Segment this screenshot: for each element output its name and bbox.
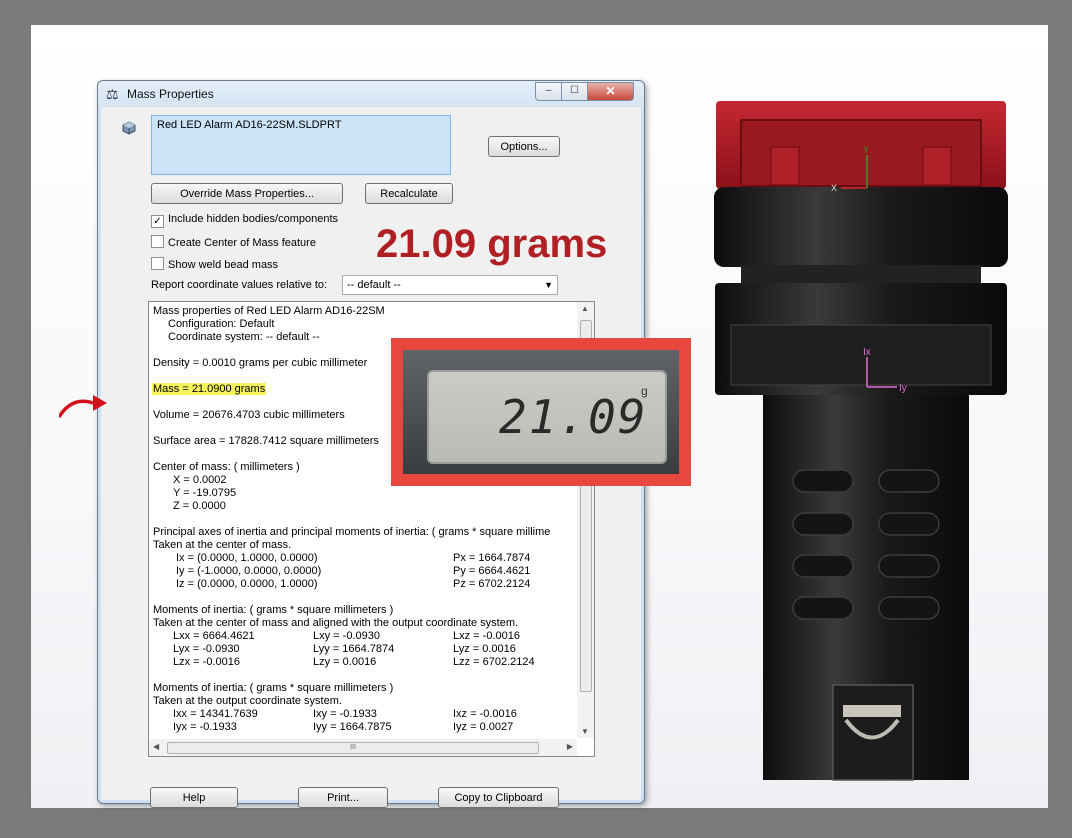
terminal-block <box>832 684 914 781</box>
lyz: Lyz = 0.0016 <box>453 643 516 655</box>
dialog-title: Mass Properties <box>127 87 214 101</box>
led-alarm-model: X Y Ix Iy <box>714 101 1008 781</box>
create-center-of-mass-checkbox[interactable]: Create Center of Mass feature <box>151 235 316 249</box>
results-header: Mass properties of Red LED Alarm AD16-22… <box>153 305 385 317</box>
moi-output-header: Moments of inertia: ( grams * square mil… <box>153 682 394 694</box>
ixx: Ixx = 14341.7639 <box>173 708 258 720</box>
recalculate-button[interactable]: Recalculate <box>365 183 453 204</box>
axis-label-y: Y <box>863 145 869 155</box>
com-z: Z = 0.0000 <box>173 500 226 512</box>
moi-output-taken: Taken at the output coordinate system. <box>153 695 342 707</box>
com-x: X = 0.0002 <box>173 474 227 486</box>
principal-taken: Taken at the center of mass. <box>153 539 292 551</box>
scale-icon: ⚖ <box>106 86 119 102</box>
results-coordinate-system: Coordinate system: -- default -- <box>168 331 320 343</box>
horizontal-scrollbar[interactable]: ◀ III ▶ <box>149 739 577 756</box>
minimize-button[interactable]: – <box>535 82 562 101</box>
results-configuration: Configuration: Default <box>168 318 275 330</box>
axis-label-iy: Iy <box>899 383 907 394</box>
body-slot <box>792 596 854 620</box>
chevron-down-icon: ▼ <box>544 280 553 290</box>
selection-list[interactable]: Red LED Alarm AD16-22SM.SLDPRT <box>151 115 451 175</box>
checkbox-box[interactable] <box>151 235 164 248</box>
surface-area-line: Surface area = 17828.7412 square millime… <box>153 435 379 447</box>
body-slot <box>878 596 940 620</box>
part-icon <box>122 121 136 135</box>
print-button[interactable]: Print... <box>298 787 388 808</box>
px-line: Px = 1664.7874 <box>453 552 531 564</box>
dropdown-value: -- default -- <box>347 279 401 291</box>
moi-center-taken: Taken at the center of mass and aligned … <box>153 617 519 629</box>
maximize-button[interactable]: ☐ <box>561 82 588 101</box>
options-button[interactable]: Options... <box>488 136 560 157</box>
scale-unit: g <box>641 384 648 398</box>
axis-label-x: X <box>831 183 837 193</box>
ixy: Ixy = -0.1933 <box>313 708 377 720</box>
body-slot <box>878 512 940 536</box>
checkbox-label: Show weld bead mass <box>168 259 279 271</box>
scale-photo: 21.09 g <box>391 338 691 486</box>
black-collar <box>714 187 1008 267</box>
mass-callout: 21.09 grams <box>376 222 608 266</box>
lxz: Lxz = -0.0016 <box>453 630 520 642</box>
iyz: Iyz = 0.0027 <box>453 721 514 733</box>
lyx: Lyx = -0.0930 <box>173 643 240 655</box>
axis-label-ix: Ix <box>863 347 871 358</box>
checkbox-box[interactable]: ✓ <box>151 215 164 228</box>
report-coordinate-label: Report coordinate values relative to: <box>151 279 328 291</box>
iz-line: Iz = (0.0000, 0.0000, 1.0000) <box>176 578 318 590</box>
thread-band <box>741 265 981 283</box>
ixz: Ixz = -0.0016 <box>453 708 517 720</box>
nut-ridges <box>730 324 992 386</box>
help-button[interactable]: Help <box>150 787 238 808</box>
iyy: Iyy = 1664.7875 <box>313 721 392 733</box>
moi-center-header: Moments of inertia: ( grams * square mil… <box>153 604 394 616</box>
scale-reading: 21.09 <box>499 390 648 444</box>
pz-line: Pz = 6702.2124 <box>453 578 531 590</box>
red-arrow-annotation <box>59 395 107 418</box>
show-weld-bead-checkbox[interactable]: Show weld bead mass <box>151 257 278 271</box>
lyy: Lyy = 1664.7874 <box>313 643 395 655</box>
density-line: Density = 0.0010 grams per cubic millime… <box>153 357 368 369</box>
center-of-mass-header: Center of mass: ( millimeters ) <box>153 461 300 473</box>
iy-line: Iy = (-1.0000, 0.0000, 0.0000) <box>176 565 322 577</box>
body-slot <box>792 554 854 578</box>
scale-lcd-display: 21.09 g <box>427 370 667 464</box>
lxx: Lxx = 6664.4621 <box>173 630 255 642</box>
mass-line: Mass = 21.0900 grams <box>152 383 267 395</box>
lzx: Lzx = -0.0016 <box>173 656 240 668</box>
body-slot <box>792 512 854 536</box>
override-mass-properties-button[interactable]: Override Mass Properties... <box>151 183 343 204</box>
iyx: Iyx = -0.1933 <box>173 721 237 733</box>
red-lens-tab-left <box>770 146 800 186</box>
com-y: Y = -19.0795 <box>173 487 237 499</box>
title-bar[interactable]: ⚖ Mass Properties – ☐ ✕ <box>98 81 644 107</box>
red-lens-tab-right <box>922 146 952 186</box>
checkbox-box[interactable] <box>151 257 164 270</box>
scroll-right-icon[interactable]: ▶ <box>567 742 573 751</box>
checkbox-label: Create Center of Mass feature <box>168 237 316 249</box>
screenshot-canvas: ⚖ Mass Properties – ☐ ✕ Red LED Alarm AD… <box>31 25 1048 808</box>
lxy: Lxy = -0.0930 <box>313 630 380 642</box>
lzz: Lzz = 6702.2124 <box>453 656 535 668</box>
body-slot <box>878 469 940 493</box>
copy-to-clipboard-button[interactable]: Copy to Clipboard <box>438 787 559 808</box>
lzy: Lzy = 0.0016 <box>313 656 377 668</box>
ix-line: Ix = (0.0000, 1.0000, 0.0000) <box>176 552 318 564</box>
py-line: Py = 6664.4621 <box>453 565 531 577</box>
scale-bezel: 21.09 g <box>403 350 679 474</box>
close-button[interactable]: ✕ <box>587 82 634 101</box>
scroll-down-icon[interactable]: ▼ <box>581 727 589 736</box>
horizontal-scroll-thumb[interactable]: III <box>167 742 539 754</box>
scroll-up-icon[interactable]: ▲ <box>581 304 589 313</box>
coordinate-system-dropdown[interactable]: -- default -- ▼ <box>342 275 558 295</box>
body-slot <box>792 469 854 493</box>
volume-line: Volume = 20676.4703 cubic millimeters <box>153 409 345 421</box>
include-hidden-checkbox[interactable]: ✓ Include hidden bodies/components <box>151 213 338 228</box>
checkbox-label: Include hidden bodies/components <box>168 213 339 225</box>
principal-header: Principal axes of inertia and principal … <box>153 526 551 538</box>
terminal-screw <box>843 705 901 717</box>
body-slot <box>878 554 940 578</box>
scroll-left-icon[interactable]: ◀ <box>153 742 159 751</box>
